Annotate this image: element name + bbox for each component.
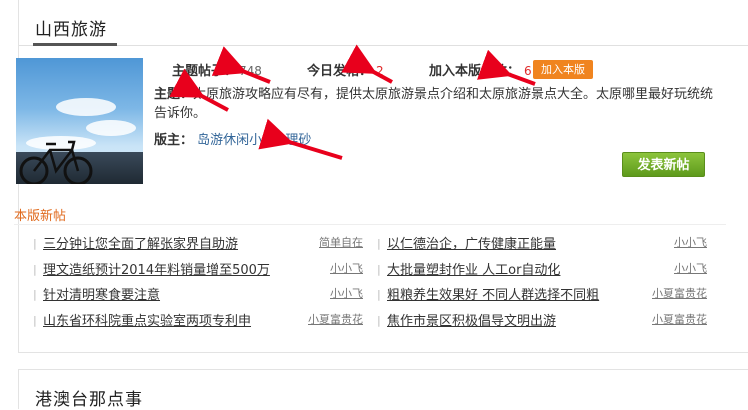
moderator-link[interactable]: 岛游休闲小编 <box>197 133 275 148</box>
list-item: | 以仁德治企，广传健康正能量 小小飞 <box>377 233 707 253</box>
list-item: | 针对清明寒食要注意 小小飞 <box>33 284 363 304</box>
today-label: 今日发帖： <box>307 64 373 79</box>
members-stat: 加入本版人数： 6 <box>429 60 532 79</box>
bullet-icon: | <box>33 237 37 250</box>
post-author-link[interactable]: 小小飞 <box>330 285 363 301</box>
bicycle-icon <box>19 140 93 184</box>
moderators: 版主： 岛游休闲小编 理砂 <box>154 129 317 148</box>
threads-stat: 主题帖子： 748 <box>172 60 262 79</box>
bullet-icon: | <box>377 263 381 276</box>
today-stat: 今日发帖： 2 <box>307 60 384 79</box>
divider <box>14 224 726 225</box>
next-forum-panel: 港澳台那点事 <box>18 369 748 410</box>
post-title-link[interactable]: 山东省环科院重点实验室两项专利申 <box>43 310 251 329</box>
threads-label: 主题帖子： <box>172 64 238 79</box>
join-forum-button[interactable]: 加入本版 <box>533 60 593 79</box>
list-item: | 粗粮养生效果好 不同人群选择不同粗 小夏富贵花 <box>377 284 707 304</box>
bullet-icon: | <box>33 288 37 301</box>
moderator-link[interactable]: 理砂 <box>285 133 311 148</box>
threads-count: 748 <box>239 64 262 78</box>
forum-description: 主题：太原旅游攻略应有尽有，提供太原旅游景点介绍和太原旅游景点大全。太原哪里最好… <box>154 85 714 123</box>
topic-label: 主题： <box>154 87 194 102</box>
today-count: 2 <box>376 64 384 78</box>
new-posts-heading: 本版新帖 <box>14 209 67 224</box>
post-author-link[interactable]: 小夏富贵花 <box>308 311 363 327</box>
bullet-icon: | <box>33 314 37 327</box>
new-post-button[interactable]: 发表新帖 <box>622 152 705 177</box>
post-title-link[interactable]: 针对清明寒食要注意 <box>43 284 160 303</box>
forum-header: 山西旅游 <box>19 0 748 46</box>
title-underline <box>33 43 117 46</box>
topic-text: 太原旅游攻略应有尽有，提供太原旅游景点介绍和太原旅游景点大全。太原哪里最好玩统统… <box>154 87 714 121</box>
next-forum-title[interactable]: 港澳台那点事 <box>35 385 143 410</box>
post-title-link[interactable]: 三分钟让您全面了解张家界自助游 <box>43 233 238 252</box>
post-title-link[interactable]: 理文造纸预计2014年料销量增至500万 <box>43 259 270 278</box>
post-author-link[interactable]: 小夏富贵花 <box>652 311 707 327</box>
post-title-link[interactable]: 大批量塑封作业 人工or自动化 <box>387 259 560 278</box>
list-item: | 三分钟让您全面了解张家界自助游 简单自在 <box>33 233 363 253</box>
list-item: | 理文造纸预计2014年料销量增至500万 小小飞 <box>33 259 363 279</box>
bullet-icon: | <box>33 263 37 276</box>
moderators-label: 版主： <box>154 133 194 148</box>
post-author-link[interactable]: 小小飞 <box>674 234 707 250</box>
list-item: | 大批量塑封作业 人工or自动化 小小飞 <box>377 259 707 279</box>
members-count: 6 <box>524 64 532 78</box>
list-item: | 焦作市景区积极倡导文明出游 小夏富贵花 <box>377 310 707 330</box>
members-label: 加入本版人数： <box>429 64 521 79</box>
post-author-link[interactable]: 小小飞 <box>674 260 707 276</box>
post-title-link[interactable]: 焦作市景区积极倡导文明出游 <box>387 310 556 329</box>
post-title-link[interactable]: 粗粮养生效果好 不同人群选择不同粗 <box>387 284 599 303</box>
post-author-link[interactable]: 小小飞 <box>330 260 363 276</box>
forum-title[interactable]: 山西旅游 <box>35 15 107 40</box>
bullet-icon: | <box>377 314 381 327</box>
post-title-link[interactable]: 以仁德治企，广传健康正能量 <box>387 233 556 252</box>
post-author-link[interactable]: 小夏富贵花 <box>652 285 707 301</box>
post-author-link[interactable]: 简单自在 <box>319 234 363 250</box>
list-item: | 山东省环科院重点实验室两项专利申 小夏富贵花 <box>33 310 363 330</box>
forum-thumbnail[interactable] <box>16 58 143 184</box>
bullet-icon: | <box>377 288 381 301</box>
bullet-icon: | <box>377 237 381 250</box>
